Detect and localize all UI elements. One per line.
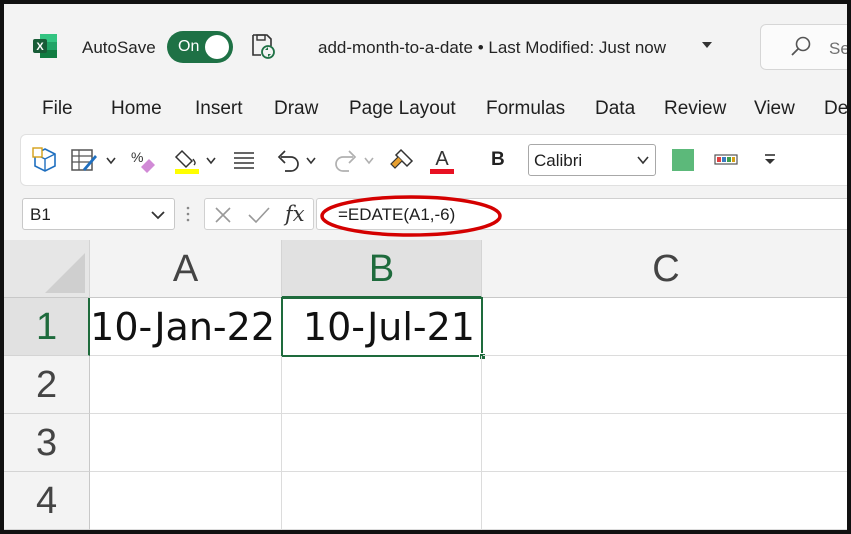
search-icon — [791, 36, 811, 56]
cell-b3[interactable] — [282, 414, 482, 472]
font-color-swatch — [430, 169, 454, 174]
font-name-select[interactable]: Calibri — [528, 144, 656, 176]
column-header-b[interactable]: B — [282, 240, 482, 298]
ribbon-tabs: File Home Insert Draw Page Layout Formul… — [4, 90, 847, 130]
redo-icon[interactable] — [331, 145, 361, 175]
title-bar: X AutoSave On add-month-to-a-date • Last… — [4, 4, 847, 90]
cell-a4[interactable] — [90, 472, 282, 530]
search-box[interactable]: Se — [760, 24, 847, 70]
select-all-triangle-icon — [45, 253, 85, 293]
font-name-value: Calibri — [534, 151, 583, 170]
resize-handle-icon[interactable] — [185, 205, 191, 223]
tab-view[interactable]: View — [754, 98, 795, 120]
formula-text: =EDATE(A1,-6) — [338, 205, 456, 224]
autosave-label: AutoSave — [82, 38, 156, 57]
formula-tools: fx — [204, 198, 314, 230]
column-header-c[interactable]: C — [482, 240, 847, 298]
tab-file[interactable]: File — [42, 98, 73, 120]
quick-toolbar: % A B Calibri — [20, 134, 847, 186]
chevron-down-icon — [151, 211, 165, 220]
insert-function-button[interactable]: fx — [285, 202, 305, 226]
cell-c3[interactable] — [482, 414, 847, 472]
cell-b1[interactable]: 10-Jul-21 — [281, 297, 483, 357]
cancel-icon[interactable] — [213, 205, 233, 225]
worksheet-grid: A B C 1 2 3 4 10-Jan-22 10-Jul-21 — [4, 240, 847, 530]
cell-a3[interactable] — [90, 414, 282, 472]
row-header-3[interactable]: 3 — [4, 414, 90, 472]
tab-data[interactable]: Data — [595, 98, 635, 120]
cell-c2[interactable] — [482, 356, 847, 414]
autosave-toggle[interactable]: On — [167, 31, 233, 63]
tab-insert[interactable]: Insert — [195, 98, 243, 120]
tab-developer[interactable]: De — [824, 98, 847, 120]
chevron-down-icon[interactable] — [205, 145, 217, 175]
select-all-button[interactable] — [4, 240, 90, 298]
excel-logo-icon: X — [33, 34, 57, 58]
cell-c4[interactable] — [482, 472, 847, 530]
bold-button[interactable]: B — [491, 149, 511, 179]
save-sync-icon[interactable] — [250, 32, 276, 60]
font-color-icon[interactable]: A — [427, 145, 457, 175]
name-box[interactable]: B1 — [22, 198, 175, 230]
chevron-down-icon[interactable] — [305, 145, 317, 175]
chevron-down-icon[interactable] — [701, 40, 713, 50]
row-header-4[interactable]: 4 — [4, 472, 90, 530]
chevron-down-icon[interactable] — [105, 145, 117, 175]
formula-bar: B1 fx =EDATE(A1,-6) — [4, 188, 847, 240]
toggle-knob — [205, 35, 229, 59]
chevron-down-icon[interactable] — [363, 145, 375, 175]
svg-text:X: X — [36, 41, 44, 53]
fill-color-swatch-icon[interactable] — [671, 145, 695, 175]
cell-styles-icon[interactable] — [713, 145, 739, 175]
3d-model-icon[interactable] — [31, 145, 59, 175]
format-painter-icon[interactable] — [387, 145, 417, 175]
customize-toolbar-icon[interactable] — [761, 145, 779, 175]
chevron-down-icon — [637, 156, 649, 165]
autosave-toggle-state: On — [178, 38, 200, 55]
cell-b4[interactable] — [282, 472, 482, 530]
undo-icon[interactable] — [273, 145, 303, 175]
column-header-a[interactable]: A — [90, 240, 282, 298]
font-color-letter: A — [435, 148, 449, 170]
row-header-2[interactable]: 2 — [4, 356, 90, 414]
tab-draw[interactable]: Draw — [274, 98, 318, 120]
document-title[interactable]: add-month-to-a-date • Last Modified: Jus… — [318, 38, 666, 58]
highlight-color-icon[interactable] — [173, 145, 203, 175]
tab-formulas[interactable]: Formulas — [486, 98, 565, 120]
row-header-1[interactable]: 1 — [4, 298, 90, 356]
tab-home[interactable]: Home — [111, 98, 162, 120]
tab-page-layout[interactable]: Page Layout — [349, 98, 456, 120]
highlight-swatch — [175, 169, 199, 174]
align-icon[interactable] — [231, 145, 257, 175]
search-input[interactable]: Se — [829, 39, 847, 59]
edit-table-icon[interactable] — [69, 145, 99, 175]
fill-swatch — [672, 149, 694, 171]
name-box-value: B1 — [30, 205, 51, 224]
formula-input[interactable]: =EDATE(A1,-6) — [316, 195, 847, 237]
cell-a1[interactable]: 10-Jan-22 — [90, 298, 282, 356]
excel-window: X AutoSave On add-month-to-a-date • Last… — [0, 0, 851, 534]
clear-formats-icon[interactable]: % — [129, 145, 157, 175]
cell-b2[interactable] — [282, 356, 482, 414]
enter-check-icon[interactable] — [247, 205, 271, 225]
cell-a2[interactable] — [90, 356, 282, 414]
tab-review[interactable]: Review — [664, 98, 726, 120]
svg-text:%: % — [131, 149, 143, 165]
cell-c1[interactable] — [483, 298, 847, 356]
